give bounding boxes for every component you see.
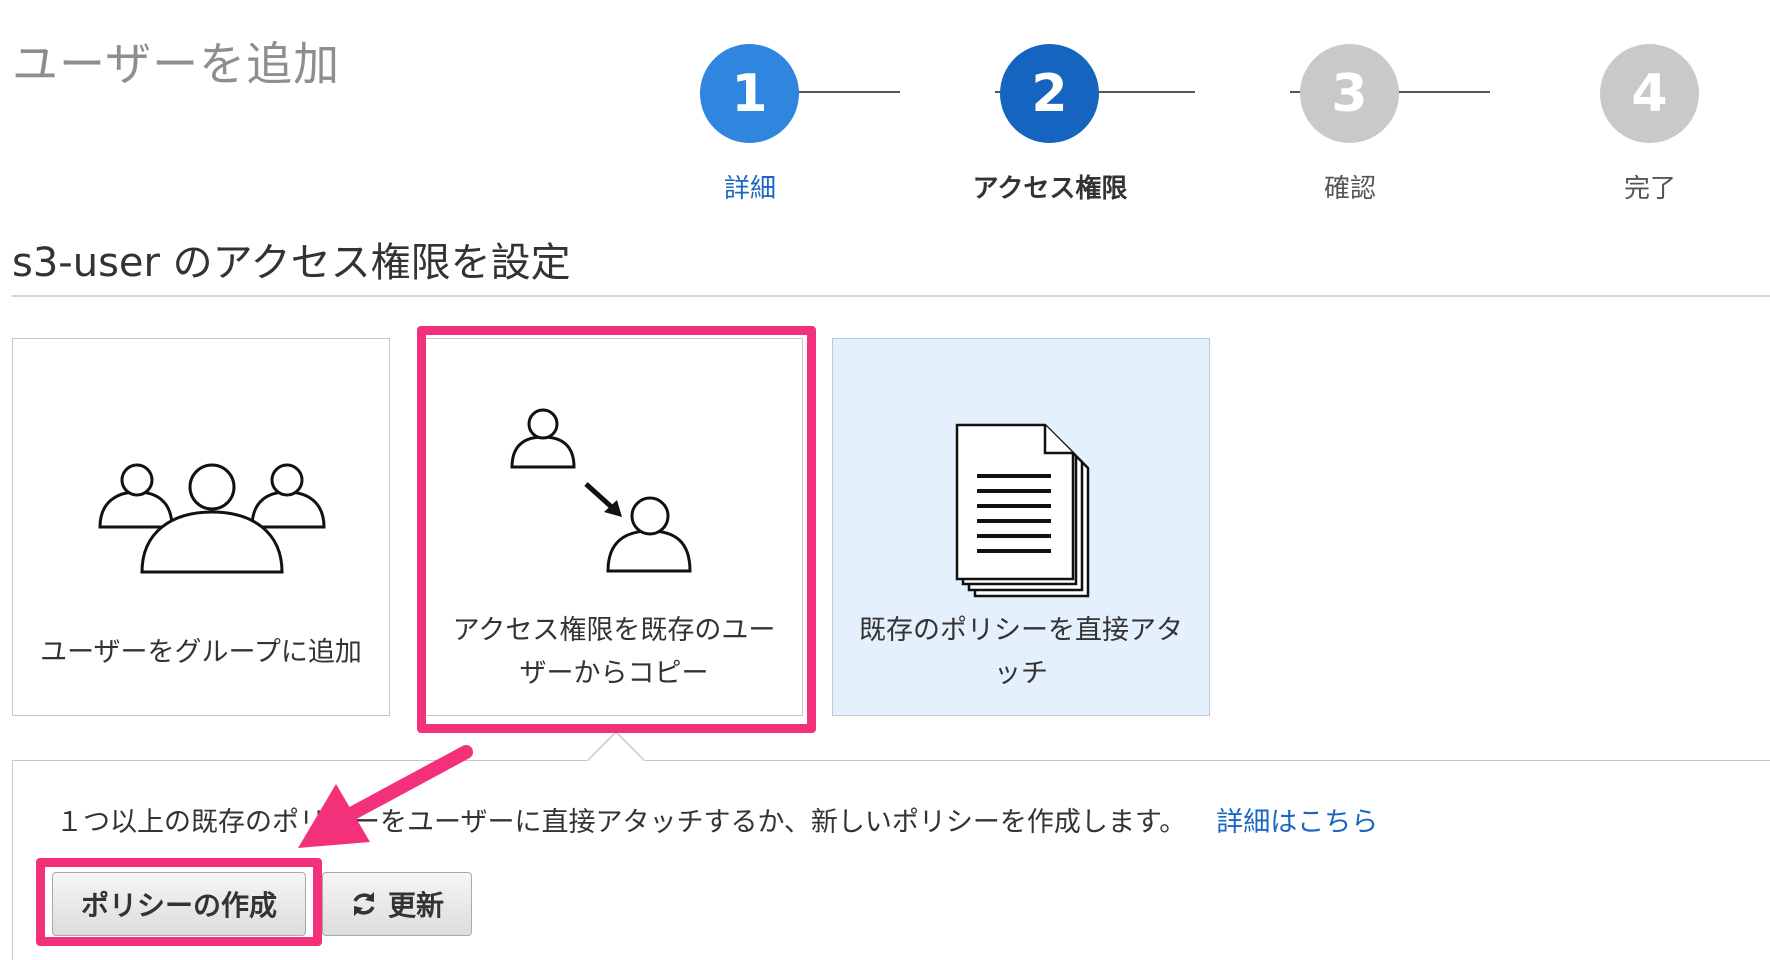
option-label: ッチ	[994, 658, 1048, 689]
refresh-label: 更新	[387, 889, 444, 922]
create-policy-label: ポリシーの作成	[80, 889, 277, 922]
description-text: １つ以上の既存のポリシーをユーザーに直接アタッチするか、新しいポリシーを作成しま…	[56, 807, 1187, 838]
refresh-button[interactable]: 更新	[322, 872, 472, 936]
step-2-label: アクセス権限	[972, 174, 1128, 204]
section-title: s3-user のアクセス権限を設定	[12, 240, 571, 286]
option-label: アクセス権限を既存のユー	[452, 615, 776, 646]
refresh-icon	[353, 892, 375, 916]
copy-user-permissions-icon	[510, 408, 692, 573]
learn-more-link[interactable]: 詳細はこちら	[1216, 807, 1378, 838]
step-1-circle[interactable]: 1	[700, 44, 799, 143]
step-2-circle: 2	[1000, 44, 1099, 143]
option-copy-from-user[interactable]: アクセス権限を既存のユー ザーからコピー	[425, 338, 803, 716]
step-1-label[interactable]: 詳細	[650, 168, 850, 205]
policy-document-icon	[955, 423, 1090, 598]
wizard-stepper: 1 2 3 4 詳細 アクセス権限 確認 完了	[0, 0, 1770, 204]
step-4-circle: 4	[1600, 44, 1699, 143]
panel-description: １つ以上の既存のポリシーをユーザーに直接アタッチするか、新しいポリシーを作成しま…	[56, 800, 1378, 839]
step-3-circle: 3	[1300, 44, 1399, 143]
option-label: ユーザーをグループに追加	[40, 637, 362, 668]
option-attach-existing-policy[interactable]: 既存のポリシーを直接アタ ッチ	[832, 338, 1210, 716]
option-label: 既存のポリシーを直接アタ	[859, 615, 1183, 646]
divider	[12, 295, 1770, 297]
option-label: ザーからコピー	[519, 658, 709, 689]
panel-pointer	[588, 732, 644, 761]
step-4-label: 完了	[1623, 174, 1676, 204]
group-users-icon	[98, 463, 326, 574]
create-policy-button[interactable]: ポリシーの作成	[52, 872, 306, 936]
option-add-to-group[interactable]: ユーザーをグループに追加	[12, 338, 390, 716]
step-3-label: 確認	[1323, 174, 1376, 204]
